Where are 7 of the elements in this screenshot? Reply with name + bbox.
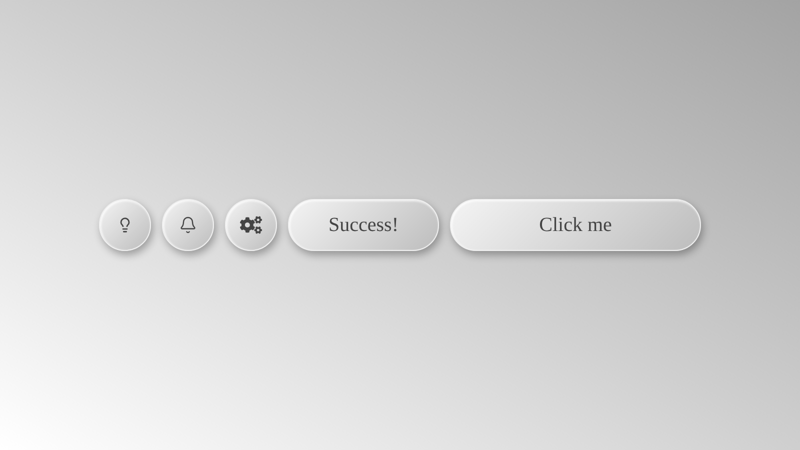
- gears-button[interactable]: [225, 199, 277, 251]
- bell-button[interactable]: [162, 199, 214, 251]
- pill-button[interactable]: Click me: [450, 199, 701, 251]
- lightbulb-button[interactable]: [99, 199, 151, 251]
- bell-icon: [179, 216, 197, 234]
- pill-button[interactable]: Success!: [288, 199, 439, 251]
- gears-icon: [240, 214, 262, 236]
